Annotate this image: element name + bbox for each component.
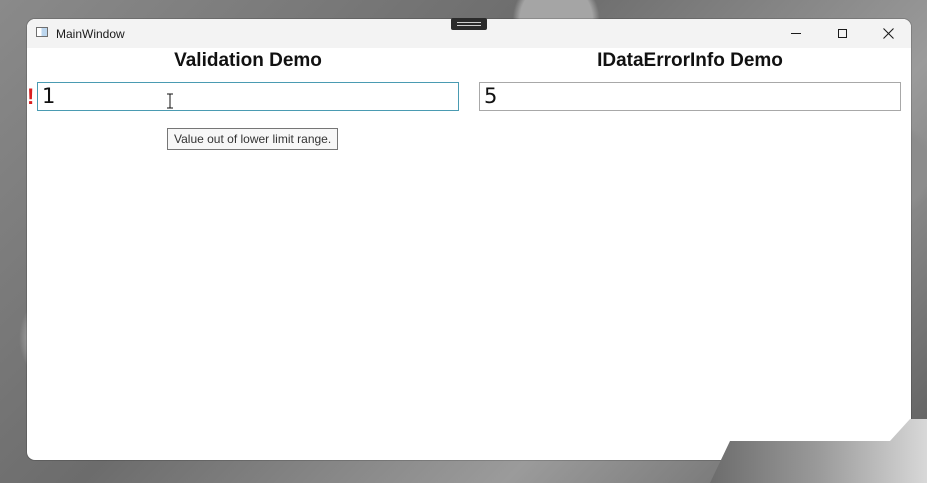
- app-window-icon: [36, 27, 48, 37]
- idataerrorinfo-demo-title: IDataErrorInfo Demo: [597, 50, 783, 71]
- close-icon: [882, 28, 894, 39]
- drag-handle-icon[interactable]: [451, 18, 487, 30]
- background-corner-shape: [710, 419, 927, 483]
- maximize-icon: [837, 29, 847, 38]
- validation-demo-title: Validation Demo: [174, 50, 322, 71]
- idataerrorinfo-input[interactable]: 5: [479, 82, 901, 111]
- window-title: MainWindow: [56, 27, 125, 41]
- minimize-icon: [791, 33, 801, 34]
- text-cursor-icon: [167, 93, 173, 109]
- maximize-button[interactable]: [819, 19, 865, 48]
- validation-error-tooltip: Value out of lower limit range.: [167, 128, 339, 150]
- main-window: MainWindow Validation Demo IDataErrorInf…: [27, 19, 911, 460]
- validation-input[interactable]: 1: [37, 82, 459, 111]
- close-button[interactable]: [865, 19, 911, 48]
- minimize-button[interactable]: [773, 19, 819, 48]
- error-exclamation-icon: !: [27, 84, 35, 109]
- window-content: Validation Demo IDataErrorInfo Demo ! 1 …: [27, 48, 911, 460]
